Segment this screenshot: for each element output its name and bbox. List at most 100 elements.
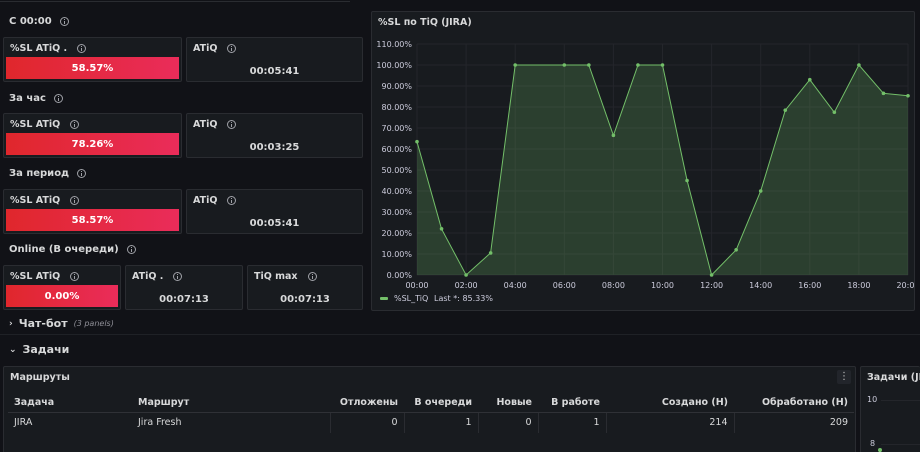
stat-value-online-atiq: 00:07:13 — [159, 294, 209, 305]
stat-panel-online-atiq: ATiQ . 00:07:13 — [125, 265, 243, 310]
row-title-hour-label: За час — [9, 93, 46, 104]
table-header-row: Задача Маршрут Отложены В очереди Новые … — [8, 393, 854, 413]
cell-created: 214 — [606, 412, 735, 433]
data-point — [881, 91, 886, 96]
data-point — [734, 248, 738, 252]
gridline — [881, 444, 920, 445]
panel-title: TiQ max — [254, 271, 317, 282]
x-tick-label: 18:00 — [847, 281, 870, 290]
col-header-route[interactable]: Маршрут — [132, 393, 330, 413]
panel-title: %SL ATiQ . — [10, 43, 87, 54]
legend-swatch — [380, 297, 388, 300]
info-icon[interactable] — [70, 272, 80, 281]
data-point — [685, 178, 689, 183]
panel-title: ATiQ . — [132, 271, 183, 282]
data-point — [587, 63, 591, 67]
info-icon[interactable] — [59, 17, 69, 26]
col-header-queue[interactable]: В очереди — [404, 393, 478, 413]
col-header-created[interactable]: Создано (Н) — [606, 393, 734, 413]
stat-panel-hour-sl: %SL ATiQ 78.26% — [3, 113, 182, 158]
tick-label: 10 — [867, 395, 878, 404]
x-tick-label: 02:00 — [455, 281, 478, 290]
y-tick-label: 50.00% — [381, 166, 412, 175]
info-icon[interactable] — [77, 169, 87, 178]
info-icon[interactable] — [70, 120, 80, 129]
data-point — [464, 273, 468, 277]
sl-chart[interactable]: 0.00% 10.00% 20.00% 30.00% 40.00% 50.00% 60.00… — [372, 12, 914, 310]
data-point — [906, 94, 910, 98]
stat-panel-now-sl: %SL ATiQ . 58.57% — [3, 37, 182, 82]
y-tick-label: 20.00% — [381, 229, 412, 238]
section-tasks-toggle[interactable]: ⌄ Задачи — [9, 343, 69, 356]
panel-title: %SL ATiQ — [10, 271, 80, 282]
section-chatbot-sub: (3 panels) — [73, 319, 114, 328]
table-row[interactable]: JIRA Jira Fresh 0 1 0 1 214 209 — [8, 412, 854, 433]
tasks-jira-title: Задачи (JIR — [867, 372, 920, 383]
col-header-processed[interactable]: Обработано (Н) — [734, 393, 854, 413]
info-icon[interactable] — [227, 196, 237, 205]
section-divider — [0, 334, 920, 335]
cell-task: JIRA — [14, 417, 33, 429]
col-header-task[interactable]: Задача — [8, 393, 132, 413]
stat-value-hour-atiq: 00:03:25 — [249, 142, 300, 153]
x-tick-label: 14:00 — [749, 281, 772, 290]
col-header-new[interactable]: Новые — [478, 393, 538, 413]
x-tick-label: 10:00 — [651, 281, 674, 290]
data-point — [660, 63, 665, 67]
data-point — [488, 251, 493, 255]
y-tick-label: 110.00% — [376, 40, 412, 49]
data-point — [439, 227, 444, 231]
col-header-in-work[interactable]: В работе — [538, 393, 606, 413]
cell-in-work: 1 — [538, 412, 607, 433]
cell-queue: 1 — [404, 412, 479, 433]
data-point — [611, 133, 616, 138]
row-title-hour: За час — [9, 93, 63, 104]
section-tasks-label: Задачи — [22, 343, 70, 356]
row-title-period-label: За период — [9, 168, 70, 179]
stat-panel-hour-atiq: ATiQ 00:03:25 — [186, 113, 363, 158]
gridline — [881, 400, 920, 401]
legend-last-value: Last *: 85.33% — [434, 294, 493, 303]
sl-chart-panel: %SL по TiQ (JIRA) 0.00% 10.00% 20.00% 30.00… — [371, 11, 915, 311]
info-icon[interactable] — [70, 196, 80, 205]
stat-value-period-atiq: 00:05:41 — [249, 218, 300, 229]
y-tick-label: 80.00% — [381, 103, 412, 112]
y-tick-label: 100.00% — [376, 61, 412, 70]
data-point — [709, 273, 714, 277]
y-tick-label: 90.00% — [381, 82, 412, 91]
panel-title: ATiQ — [193, 43, 237, 54]
routes-panel: Маршруты ⋮ Задача Маршрут Отложены В оче… — [3, 366, 856, 452]
info-icon[interactable] — [227, 120, 237, 129]
y-tick-label: 10.00% — [381, 250, 412, 259]
data-point — [808, 77, 812, 82]
stat-panel-period-atiq: ATiQ 00:05:41 — [186, 189, 363, 234]
panel-menu-button[interactable]: ⋮ — [837, 370, 851, 384]
y-tick-label: 40.00% — [381, 187, 412, 196]
info-icon[interactable] — [307, 272, 317, 281]
stat-value-online-tiqmax: 00:07:13 — [280, 294, 330, 305]
chevron-right-icon: › — [9, 318, 13, 329]
section-chatbot-toggle[interactable]: › Чат-бот (3 panels) — [9, 317, 114, 330]
top-panel-edge — [0, 0, 350, 2]
tasks-jira-panel: Задачи (JIR 10 8 — [860, 366, 920, 452]
info-icon[interactable] — [173, 272, 183, 281]
stat-panel-online-tiqmax: TiQ max 00:07:13 — [247, 265, 363, 310]
stat-value-now-sl: 58.57% — [6, 57, 179, 79]
x-tick-label: 08:00 — [602, 281, 625, 290]
data-point — [783, 108, 788, 112]
row-title-now-label: С 00:00 — [9, 16, 52, 27]
x-tick-label: 04:00 — [504, 281, 527, 290]
info-icon[interactable] — [126, 245, 136, 254]
info-icon[interactable] — [77, 44, 87, 53]
x-tick-label: 00:00 — [405, 281, 428, 290]
col-header-postponed[interactable]: Отложены — [330, 393, 404, 413]
panel-title: %SL ATiQ — [10, 119, 80, 130]
routes-table: Задача Маршрут Отложены В очереди Новые … — [8, 393, 854, 433]
stat-panel-now-atiq: ATiQ 00:05:41 — [186, 37, 363, 82]
info-icon[interactable] — [227, 44, 237, 53]
info-icon[interactable] — [53, 94, 63, 103]
panel-title: ATiQ — [193, 195, 237, 206]
data-point — [562, 63, 567, 67]
row-title-period: За период — [9, 168, 87, 179]
cell-route: Jira Fresh — [132, 412, 331, 433]
